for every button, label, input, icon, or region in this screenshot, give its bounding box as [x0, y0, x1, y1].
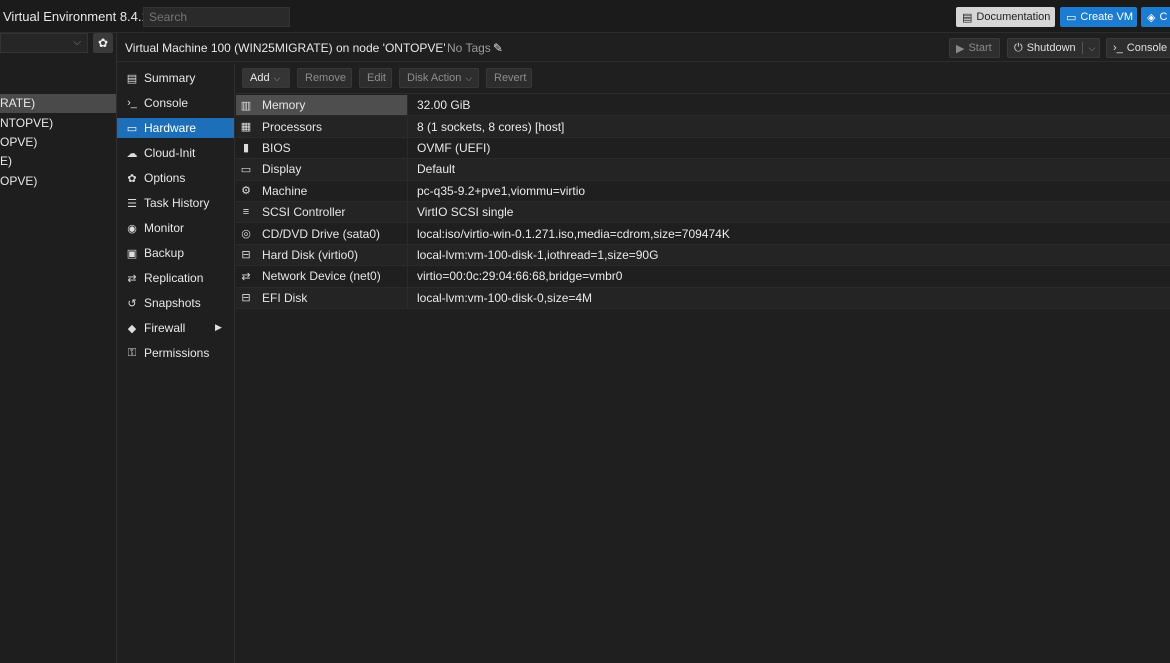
- cpu-icon: ▦: [240, 121, 252, 134]
- book-icon: ▤: [126, 72, 138, 85]
- gear-icon: ✿: [127, 172, 137, 185]
- gear-icon: ✿: [97, 36, 109, 50]
- nav-item-cloud-init[interactable]: ☁ Cloud-Init: [117, 143, 234, 163]
- eye-icon: ◉: [127, 222, 137, 235]
- chevron-down-icon: ⌵: [273, 72, 281, 83]
- vm-navigation: ▤ Summary ›_ Console ▭ Hardware ☁ Cloud-Init…: [117, 63, 235, 663]
- tree-item[interactable]: NTOPVE): [0, 114, 116, 133]
- terminal-icon: ›_: [127, 97, 137, 109]
- top-header: Virtual Environment 8.4.1 ▤ Documentatio…: [0, 0, 1170, 33]
- table-row[interactable]: ◎ CD/DVD Drive (sata0) local:iso/virtio-w…: [236, 223, 1170, 245]
- table-row[interactable]: ⊟ EFI Disk local-lvm:vm-100-disk-0,size=4…: [236, 287, 1170, 309]
- content-header: Virtual Machine 100 (WIN25MIGRATE) on no…: [117, 33, 1170, 62]
- memory-icon: ▥: [240, 99, 252, 112]
- list-icon: ☰: [127, 197, 137, 210]
- add-button[interactable]: Add ⌵: [242, 68, 290, 88]
- remove-button[interactable]: Remove: [297, 68, 352, 88]
- desktop-icon: ▭: [126, 122, 138, 135]
- nav-item-task-history[interactable]: ☰ Task History: [117, 193, 234, 213]
- history-icon: ↺: [127, 297, 137, 310]
- monitor-icon: ▭: [240, 163, 252, 176]
- hdd-icon: ⊟: [241, 249, 251, 262]
- resource-tree: ⌵ ✿ RATE) NTOPVE) OPVE) E) OPVE): [0, 33, 117, 663]
- tree-item-vm-100[interactable]: RATE): [0, 94, 116, 113]
- nav-item-summary[interactable]: ▤ Summary: [117, 68, 234, 88]
- cube-icon: ◈: [1147, 11, 1156, 24]
- table-row[interactable]: ≡ SCSI Controller VirtIO SCSI single: [236, 201, 1170, 224]
- unlock-icon: ⚿: [127, 346, 137, 359]
- table-row[interactable]: ⚙ Machine pc-q35-9.2+pve1,viommu=virtio: [236, 180, 1170, 202]
- disk-action-button[interactable]: Disk Action ⌵: [399, 68, 479, 88]
- table-row[interactable]: ⊟ Hard Disk (virtio0) local-lvm:vm-100-di…: [236, 244, 1170, 267]
- caret-right-icon[interactable]: ▶: [215, 322, 222, 333]
- terminal-icon: ›_: [1113, 42, 1123, 54]
- pencil-icon[interactable]: ✎: [493, 41, 503, 55]
- table-row[interactable]: ⇄ Network Device (net0) virtio=00:0c:29:0…: [236, 266, 1170, 288]
- nav-item-permissions[interactable]: ⚿ Permissions: [117, 343, 234, 363]
- nav-item-snapshots[interactable]: ↺ Snapshots: [117, 293, 234, 313]
- nav-item-replication[interactable]: ⇄ Replication: [117, 268, 234, 288]
- book-icon: ▤: [962, 11, 973, 24]
- desktop-icon: ▭: [1066, 11, 1077, 24]
- nav-item-hardware[interactable]: ▭ Hardware: [117, 118, 234, 138]
- table-row[interactable]: ▭ Display Default: [236, 159, 1170, 181]
- power-icon: ⏻: [1014, 41, 1023, 54]
- chip-icon: ▮: [242, 142, 250, 155]
- nav-item-firewall[interactable]: ◆ Firewall ▶: [117, 318, 234, 338]
- cdrom-icon: ◎: [241, 228, 251, 241]
- tree-settings-button[interactable]: ✿: [93, 33, 113, 53]
- server-view-select[interactable]: ⌵: [0, 33, 88, 53]
- tree-item[interactable]: OPVE): [0, 133, 116, 152]
- chevron-down-icon: ⌵: [73, 37, 81, 48]
- edit-button[interactable]: Edit: [359, 68, 392, 88]
- exchange-icon: ⇄: [241, 270, 251, 283]
- table-row[interactable]: ▮ BIOS OVMF (UEFI): [236, 137, 1170, 160]
- page-title: Virtual Machine 100 (WIN25MIGRATE) on no…: [125, 41, 446, 55]
- tree-item[interactable]: OPVE): [0, 172, 116, 191]
- nav-item-backup[interactable]: ▣ Backup: [117, 243, 234, 263]
- start-button[interactable]: ▶ Start: [949, 38, 1000, 58]
- play-icon: ▶: [956, 42, 965, 55]
- app-title: Virtual Environment 8.4.1: [3, 9, 149, 24]
- shutdown-button[interactable]: ⏻ Shutdown ⌵: [1007, 38, 1100, 58]
- create-vm-button[interactable]: ▭ Create VM: [1060, 7, 1137, 27]
- revert-button[interactable]: Revert: [486, 68, 532, 88]
- chevron-down-icon[interactable]: ⌵: [1089, 43, 1096, 54]
- console-button[interactable]: ›_ Console: [1106, 38, 1170, 58]
- hardware-grid: ▥ Memory 32.00 GiB ▦ Processors 8 (1 socke…: [236, 95, 1170, 309]
- retweet-icon: ⇄: [127, 272, 137, 285]
- chevron-down-icon: ⌵: [465, 72, 473, 83]
- table-row[interactable]: ▥ Memory 32.00 GiB: [236, 95, 1170, 117]
- cloud-icon: ☁: [126, 147, 138, 160]
- database-icon: ≡: [242, 206, 250, 219]
- nav-item-options[interactable]: ✿ Options: [117, 168, 234, 188]
- nav-item-console[interactable]: ›_ Console: [117, 93, 234, 113]
- shield-icon: ◆: [127, 322, 137, 335]
- search-input[interactable]: [143, 7, 290, 27]
- table-row[interactable]: ▦ Processors 8 (1 sockets, 8 cores) [host…: [236, 116, 1170, 138]
- nav-item-monitor[interactable]: ◉ Monitor: [117, 218, 234, 238]
- tags-area[interactable]: No Tags ✎: [447, 41, 503, 55]
- tree-item[interactable]: E): [0, 152, 116, 171]
- hdd-icon: ⊟: [241, 292, 251, 305]
- documentation-button[interactable]: ▤ Documentation: [956, 7, 1055, 27]
- hardware-toolbar: Add ⌵ Remove Edit Disk Action ⌵ Revert: [236, 63, 1170, 94]
- floppy-icon: ▣: [126, 247, 138, 260]
- cogs-icon: ⚙: [241, 185, 251, 198]
- create-ct-button[interactable]: ◈ C: [1141, 7, 1170, 27]
